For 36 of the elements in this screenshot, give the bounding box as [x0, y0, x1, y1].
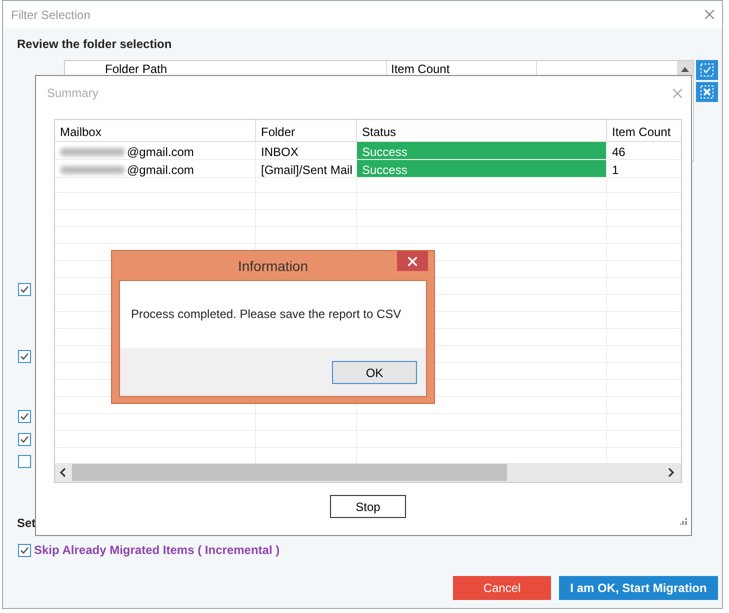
checkbox[interactable] — [18, 283, 31, 296]
close-icon[interactable] — [673, 88, 682, 98]
checkbox[interactable] — [18, 455, 31, 468]
scroll-right-icon[interactable] — [668, 468, 674, 477]
select-all-button[interactable] — [696, 60, 718, 80]
checkbox[interactable] — [18, 350, 31, 363]
window-title: Summary — [47, 86, 98, 100]
scroll-left-icon[interactable] — [60, 468, 66, 477]
redacted-text — [60, 166, 125, 174]
close-icon[interactable] — [705, 10, 714, 19]
deselect-all-button[interactable] — [696, 82, 718, 102]
status-cell: Success — [357, 160, 607, 178]
dialog-title: Information — [238, 258, 308, 274]
window-title: Filter Selection — [11, 8, 90, 22]
scrollbar-thumb[interactable] — [72, 464, 507, 481]
start-migration-button[interactable]: I am OK, Start Migration — [559, 576, 718, 600]
ok-button[interactable]: OK — [332, 361, 417, 384]
checkbox[interactable] — [18, 410, 31, 423]
caret-up-icon[interactable] — [681, 66, 689, 72]
table-cell: 1 — [607, 160, 681, 178]
checkbox[interactable] — [18, 433, 31, 446]
redacted-text — [60, 148, 125, 156]
option-label: Skip Already Migrated Items ( Incremental ) — [34, 543, 280, 557]
checkbox[interactable] — [18, 544, 31, 556]
status-cell: Success — [357, 142, 607, 160]
cancel-button[interactable]: Cancel — [453, 576, 551, 600]
resize-grip-icon[interactable] — [680, 518, 687, 525]
cross-icon[interactable] — [700, 85, 714, 99]
section-heading: Review the folder selection — [17, 37, 172, 51]
close-button[interactable] — [397, 251, 428, 271]
dialog-message: Process completed. Please save the report to CSV — [120, 281, 426, 348]
section-label: Set — [17, 516, 36, 530]
horizontal-scrollbar[interactable] — [55, 463, 681, 482]
checkmark-icon[interactable] — [700, 63, 714, 77]
stop-button[interactable]: Stop — [330, 495, 406, 518]
table-cell: @gmail.com — [55, 160, 256, 178]
